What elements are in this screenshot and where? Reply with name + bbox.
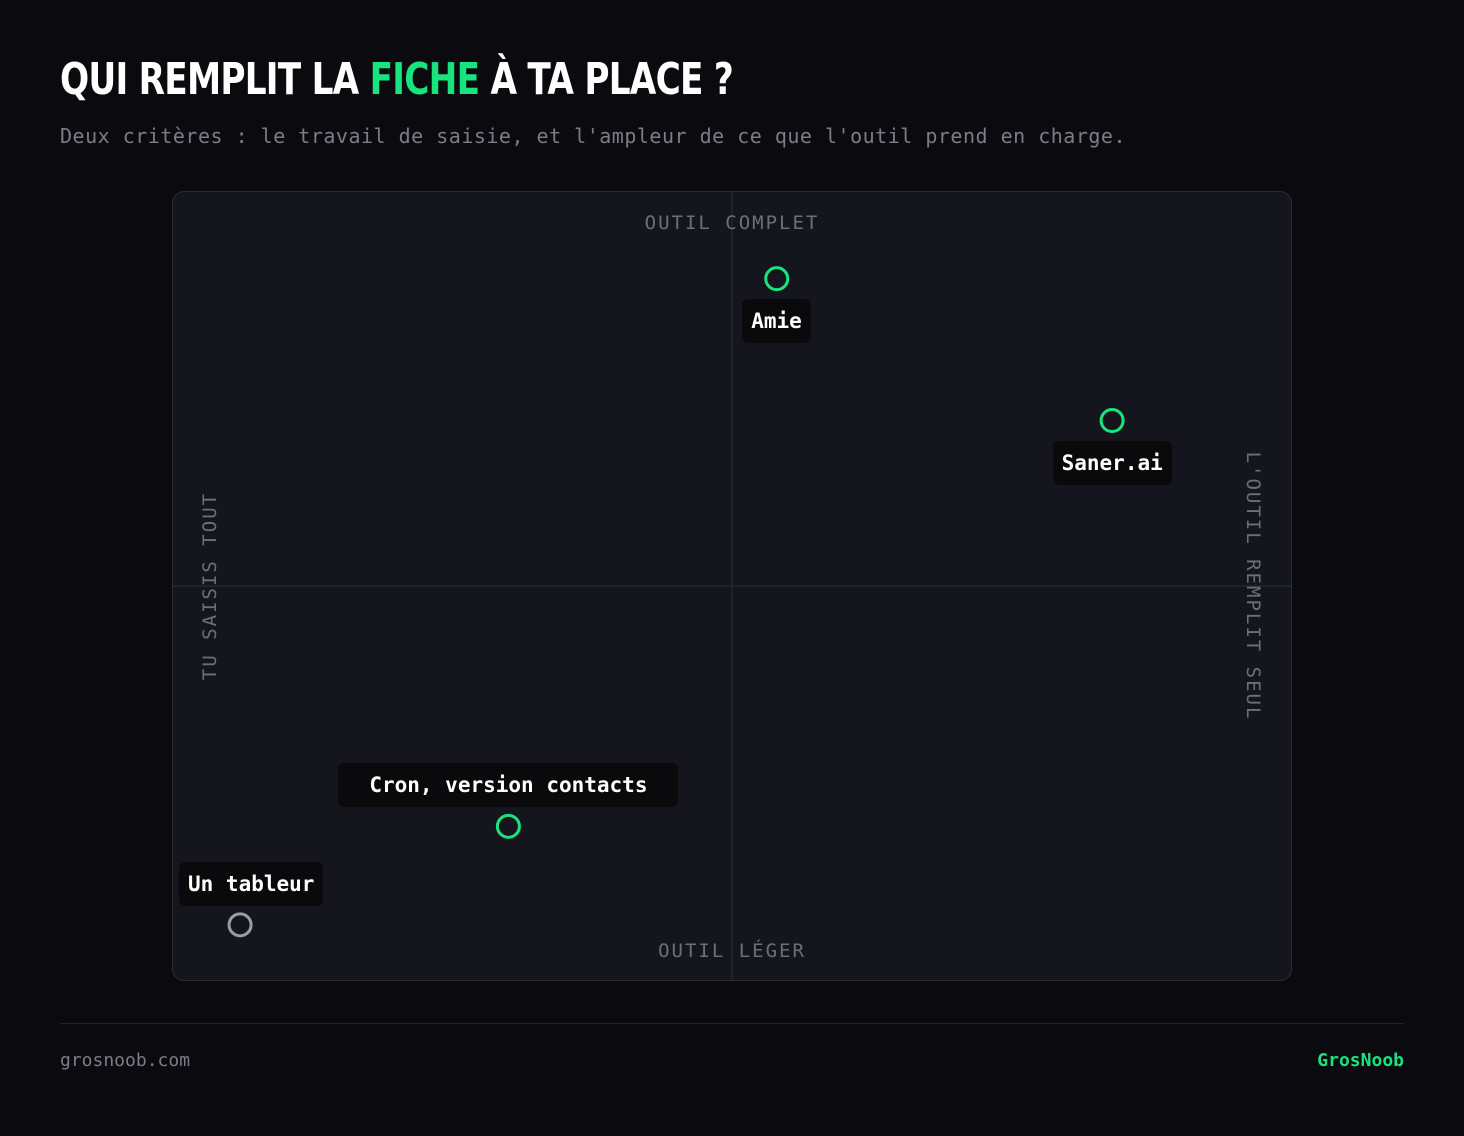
axis-label-bottom: Outil léger — [658, 940, 806, 962]
point-label-3: Un tableur — [179, 861, 324, 906]
point-marker-1 — [1099, 408, 1125, 434]
page-title: Qui remplit la fiche à ta place ? — [60, 52, 734, 108]
point-marker-3 — [227, 912, 253, 938]
footer-divider — [60, 1023, 1404, 1024]
axis-label-right: L'outil remplit seul — [1242, 451, 1264, 721]
chart-canvas — [173, 192, 1291, 980]
page-subtitle: Deux critères : le travail de saisie, et… — [60, 124, 1126, 148]
point-label-0: Amie — [742, 298, 811, 343]
quadrant-chart: Outil complet Outil léger Tu saisis tout… — [172, 191, 1292, 981]
footer-brand-logo: GrosNoob — [1317, 1050, 1404, 1071]
point-label-1: Saner.ai — [1052, 440, 1172, 485]
axis-label-left: Tu saisis tout — [199, 491, 221, 681]
axis-label-top: Outil complet — [644, 212, 820, 234]
title-part-1: Qui remplit la — [60, 54, 370, 105]
point-marker-2 — [495, 813, 521, 839]
title-part-2: à ta place ? — [479, 54, 733, 105]
point-marker-0 — [764, 266, 790, 292]
footer-site-link[interactable]: grosnoob.com — [60, 1048, 190, 1074]
point-label-2: Cron, version contacts — [338, 763, 679, 808]
title-accent: fiche — [369, 54, 480, 105]
